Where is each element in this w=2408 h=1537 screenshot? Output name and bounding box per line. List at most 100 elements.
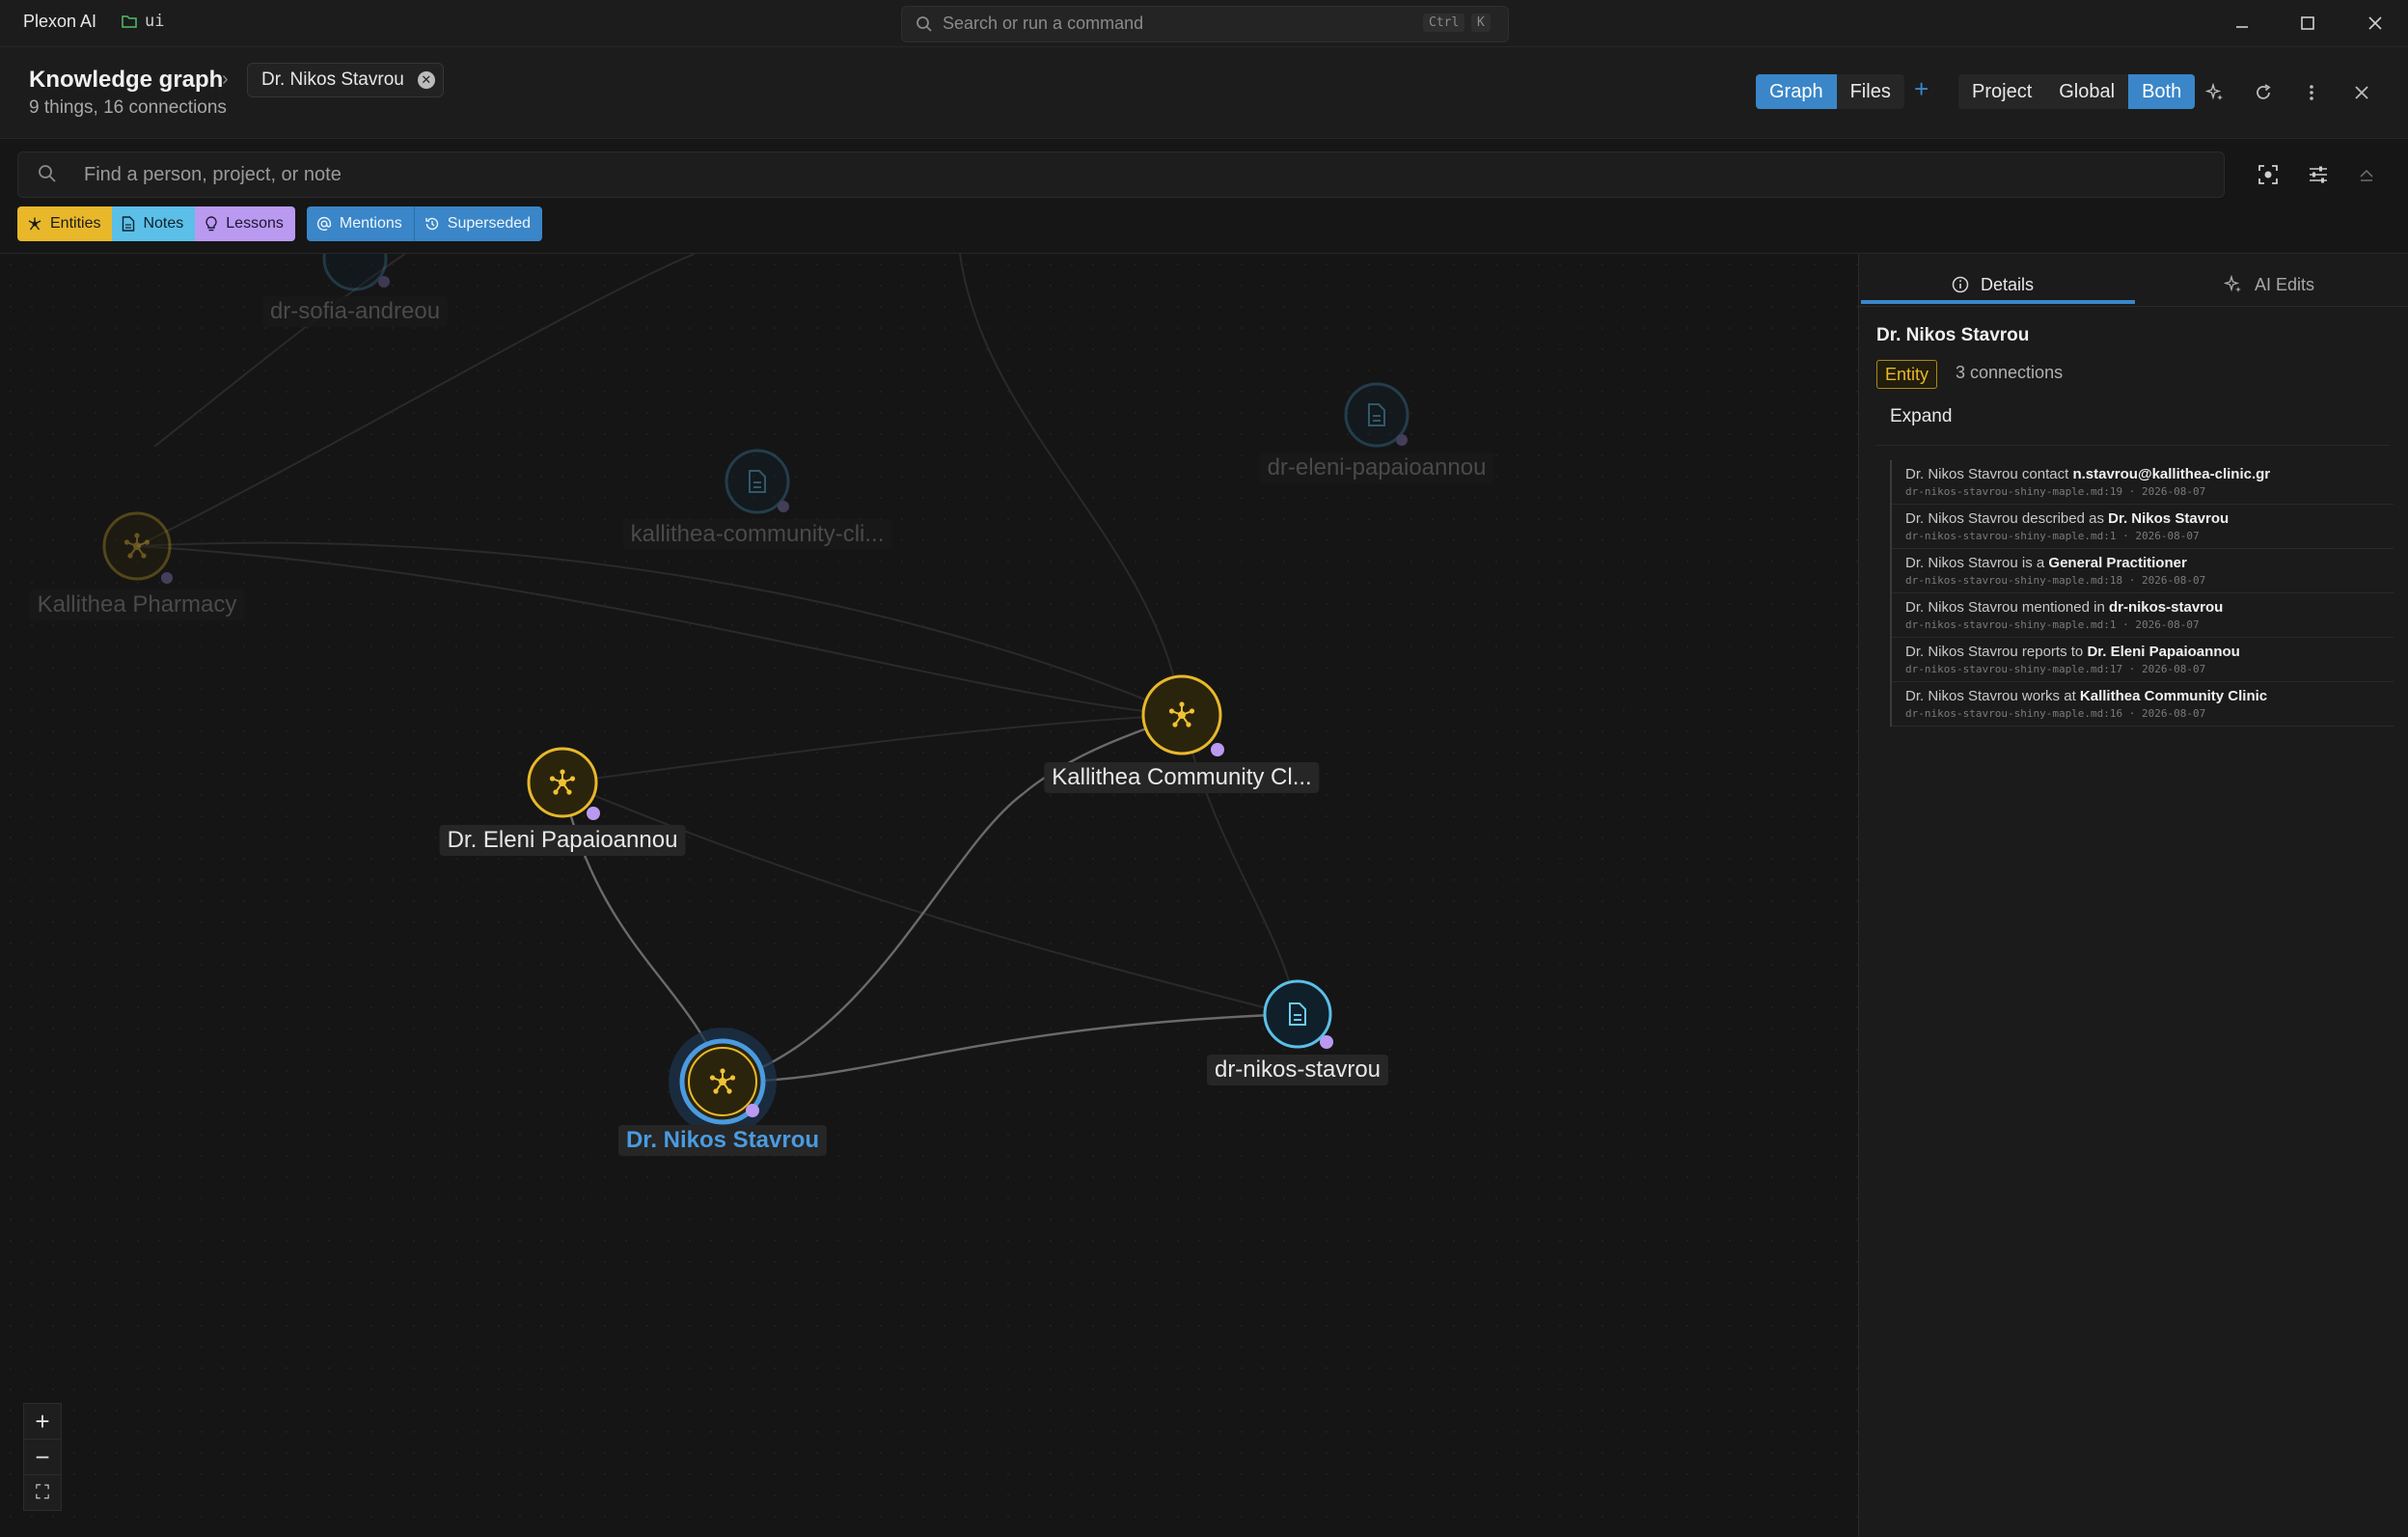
close-window-button[interactable] bbox=[2356, 8, 2394, 39]
node-kallithea-pharmacy[interactable] bbox=[102, 511, 173, 584]
fact-row[interactable]: Dr. Nikos Stavrou reports to Dr. Eleni P… bbox=[1892, 638, 2394, 682]
close-icon bbox=[2355, 86, 2368, 99]
active-tab-indicator bbox=[1861, 300, 2135, 304]
clear-entity-icon[interactable]: ✕ bbox=[417, 71, 435, 89]
fact-row[interactable]: Dr. Nikos Stavrou contact n.stavrou@kall… bbox=[1892, 460, 2394, 505]
filter-chips: Entities Notes Lessons Mentions Supersed… bbox=[17, 206, 543, 241]
node-dr-sofia-andreou[interactable] bbox=[322, 254, 390, 291]
node-dr-eleni-papaioannou[interactable] bbox=[527, 747, 600, 820]
node-label: dr-sofia-andreou bbox=[261, 296, 449, 327]
refresh-button[interactable] bbox=[2250, 79, 2277, 106]
tab-global[interactable]: Global bbox=[2045, 74, 2129, 109]
fact-source: dr-nikos-stavrou-shiny-maple.md:18 · 202… bbox=[1905, 574, 2206, 587]
graph-edges-layer bbox=[102, 254, 1409, 1136]
tab-both[interactable]: Both bbox=[2128, 74, 2196, 109]
divider bbox=[1876, 445, 2390, 446]
sliders-icon bbox=[2310, 166, 2327, 183]
node-dr-nikos-stavrou[interactable] bbox=[669, 1028, 777, 1136]
refresh-icon bbox=[2257, 84, 2271, 99]
collapse-button[interactable] bbox=[2352, 160, 2381, 189]
graph-search-input[interactable]: Find a person, project, or note bbox=[17, 151, 2225, 198]
node-label: Dr. Eleni Papaioannou bbox=[439, 825, 686, 856]
tab-files[interactable]: Files bbox=[1836, 74, 1904, 109]
tab-details-label: Details bbox=[1981, 274, 2035, 294]
collapse-icon bbox=[2360, 169, 2373, 181]
more-options-button[interactable] bbox=[2298, 79, 2325, 106]
fact-row[interactable]: Dr. Nikos Stavrou is a General Practitio… bbox=[1892, 549, 2394, 593]
maximize-button[interactable] bbox=[2288, 8, 2327, 39]
connection-count: 3 connections bbox=[1956, 363, 2064, 382]
shortcut-ctrl: Ctrl bbox=[1423, 14, 1465, 32]
edge-eleni-note bbox=[561, 782, 1299, 1017]
details-panel: Details AI Edits Dr. Nikos Stavrou Entit… bbox=[1858, 254, 2408, 1537]
search-icon bbox=[917, 16, 932, 32]
zoom-in-button[interactable]: + bbox=[23, 1403, 62, 1440]
search-placeholder: Find a person, project, or note bbox=[84, 164, 342, 185]
maximize-icon bbox=[2301, 16, 2314, 30]
fact-predicate: described as bbox=[2021, 510, 2104, 527]
filter-superseded-label: Superseded bbox=[447, 215, 532, 232]
history-icon bbox=[425, 217, 438, 231]
workspace-selector[interactable]: ui bbox=[122, 12, 164, 31]
minimize-button[interactable] bbox=[2223, 8, 2261, 39]
fact-source: dr-nikos-stavrou-shiny-maple.md:19 · 202… bbox=[1905, 485, 2206, 498]
fact-object: General Practitioner bbox=[2048, 555, 2187, 571]
filter-superseded[interactable]: Superseded bbox=[413, 206, 543, 241]
fact-row[interactable]: Dr. Nikos Stavrou mentioned in dr-nikos-… bbox=[1892, 593, 2394, 638]
expand-button[interactable]: Expand bbox=[1890, 406, 1952, 427]
fact-predicate: works at bbox=[2021, 688, 2076, 704]
fact-object: dr-nikos-stavrou bbox=[2108, 599, 2224, 616]
chevron-right-icon: › bbox=[222, 69, 229, 90]
graph-settings-button[interactable] bbox=[2304, 160, 2333, 189]
fact-predicate: mentioned in bbox=[2021, 599, 2105, 616]
filter-notes[interactable]: Notes bbox=[112, 206, 196, 241]
edge-clinic-note bbox=[1181, 714, 1299, 1017]
filter-lessons-label: Lessons bbox=[226, 215, 284, 232]
graph-canvas[interactable]: dr-sofia-andreou dr-eleni-papaioannou ka… bbox=[0, 254, 1858, 1537]
add-button[interactable]: + bbox=[1914, 74, 1929, 104]
node-dr-nikos-stavrou-note[interactable] bbox=[1263, 979, 1333, 1049]
command-placeholder: Search or run a command bbox=[943, 14, 1144, 33]
fact-predicate: contact bbox=[2021, 466, 2069, 482]
fact-list: Dr. Nikos Stavrou contact n.stavrou@kall… bbox=[1890, 460, 2394, 727]
filter-entities-label: Entities bbox=[50, 215, 101, 232]
ai-sparkle-button[interactable] bbox=[2202, 79, 2229, 106]
edge-top-clinic bbox=[959, 254, 1183, 716]
focus-button[interactable] bbox=[2254, 160, 2283, 189]
scope-toggle: Project Global Both bbox=[1958, 74, 2196, 109]
filter-lessons[interactable]: Lessons bbox=[195, 206, 295, 241]
fact-subject: Dr. Nikos Stavrou bbox=[1905, 466, 2018, 482]
breadcrumb-entity: Dr. Nikos Stavrou bbox=[261, 69, 404, 90]
close-graph-button[interactable] bbox=[2348, 79, 2375, 106]
title-bar: Plexon AI ui Search or run a command Ctr… bbox=[0, 0, 2408, 47]
fact-subject: Dr. Nikos Stavrou bbox=[1905, 644, 2018, 660]
filter-gap bbox=[295, 206, 307, 241]
fact-source: dr-nikos-stavrou-shiny-maple.md:17 · 202… bbox=[1905, 663, 2206, 675]
entity-icon bbox=[28, 217, 41, 231]
filter-notes-label: Notes bbox=[143, 215, 184, 232]
tab-project[interactable]: Project bbox=[1958, 74, 2046, 109]
node-dr-eleni-papaioannou-note[interactable] bbox=[1344, 382, 1409, 448]
fit-view-button[interactable]: ⛶ bbox=[23, 1474, 62, 1511]
node-label: Kallithea Community Cl... bbox=[1044, 762, 1320, 793]
zoom-out-button[interactable]: − bbox=[23, 1439, 62, 1475]
tab-graph[interactable]: Graph bbox=[1756, 74, 1837, 109]
fact-row[interactable]: Dr. Nikos Stavrou works at Kallithea Com… bbox=[1892, 682, 2394, 727]
search-icon bbox=[39, 165, 56, 182]
filter-entities[interactable]: Entities bbox=[17, 206, 113, 241]
node-kallithea-community-clinic-note[interactable] bbox=[725, 449, 790, 514]
fact-row[interactable]: Dr. Nikos Stavrou described as Dr. Nikos… bbox=[1892, 505, 2394, 549]
node-kallithea-community-clinic[interactable] bbox=[1141, 674, 1224, 756]
command-search[interactable]: Search or run a command Ctrl K bbox=[901, 6, 1509, 42]
tab-ai-edits[interactable]: AI Edits bbox=[2224, 263, 2314, 306]
filter-mentions-label: Mentions bbox=[339, 215, 402, 232]
focus-icon bbox=[2258, 165, 2278, 184]
node-label-selected: Dr. Nikos Stavrou bbox=[617, 1125, 828, 1156]
breadcrumb-entity-chip[interactable]: Dr. Nikos Stavrou ✕ bbox=[247, 63, 444, 97]
fact-object: Kallithea Community Clinic bbox=[2079, 688, 2268, 704]
filter-mentions[interactable]: Mentions bbox=[306, 206, 414, 241]
minimize-icon bbox=[2236, 26, 2248, 28]
fact-subject: Dr. Nikos Stavrou bbox=[1905, 599, 2018, 616]
page-title: Knowledge graph bbox=[29, 67, 224, 93]
view-toggle: Graph Files bbox=[1756, 74, 1904, 109]
